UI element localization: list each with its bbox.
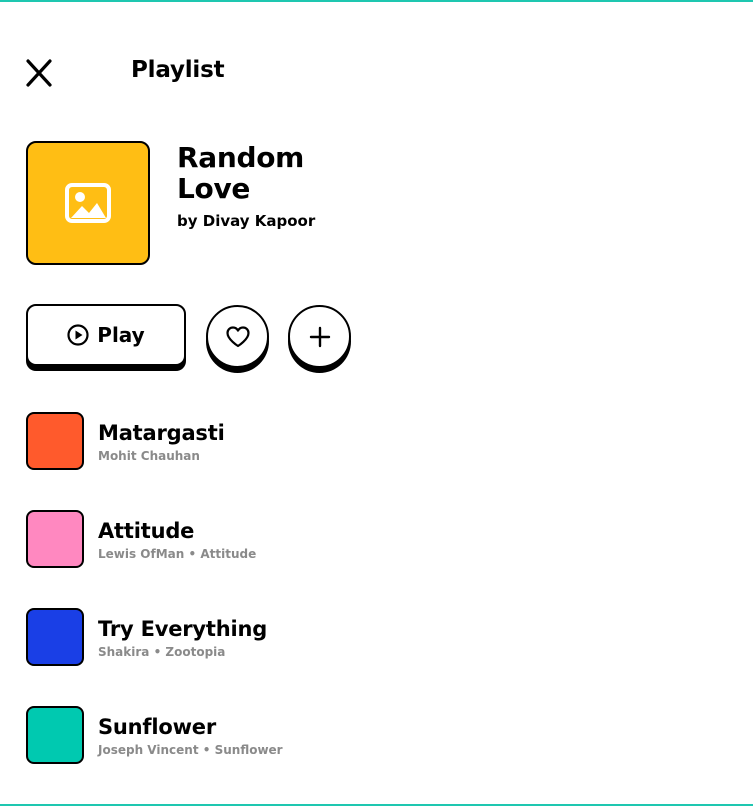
track-item[interactable]: Try Everything Shakira • Zootopia bbox=[26, 608, 626, 666]
track-title: Sunflower bbox=[98, 715, 216, 739]
track-title: Try Everything bbox=[98, 617, 268, 641]
play-button[interactable]: Play bbox=[26, 304, 186, 366]
track-subtitle: Mohit Chauhan bbox=[98, 449, 200, 463]
track-thumbnail bbox=[26, 510, 84, 568]
playlist-owner: by Divay Kapoor bbox=[177, 212, 316, 230]
track-item[interactable]: Matargasti Mohit Chauhan bbox=[26, 412, 626, 470]
track-item[interactable]: Attitude Lewis OfMan • Attitude bbox=[26, 510, 626, 568]
playlist-name: Random Love bbox=[177, 141, 305, 205]
track-thumbnail bbox=[26, 706, 84, 764]
page-title: Playlist bbox=[131, 57, 225, 83]
add-button[interactable] bbox=[288, 305, 351, 368]
track-title: Attitude bbox=[98, 519, 195, 543]
top-accent-border bbox=[0, 0, 753, 2]
track-title: Matargasti bbox=[98, 421, 225, 445]
header: Playlist bbox=[26, 56, 426, 92]
playlist-cover bbox=[26, 141, 150, 265]
track-list: Matargasti Mohit Chauhan Attitude Lewis … bbox=[26, 412, 626, 804]
track-item[interactable]: Sunflower Joseph Vincent • Sunflower bbox=[26, 706, 626, 764]
track-thumbnail bbox=[26, 412, 84, 470]
play-circle-icon bbox=[67, 324, 89, 346]
track-thumbnail bbox=[26, 608, 84, 666]
track-subtitle: Shakira • Zootopia bbox=[98, 645, 226, 659]
close-button[interactable] bbox=[26, 58, 52, 88]
play-button-label: Play bbox=[97, 323, 145, 347]
track-subtitle: Lewis OfMan • Attitude bbox=[98, 547, 257, 561]
close-icon bbox=[26, 59, 52, 87]
heart-icon bbox=[225, 325, 250, 347]
plus-icon bbox=[309, 326, 330, 347]
like-button[interactable] bbox=[206, 305, 269, 368]
track-subtitle: Joseph Vincent • Sunflower bbox=[98, 743, 283, 757]
image-icon bbox=[65, 183, 111, 223]
